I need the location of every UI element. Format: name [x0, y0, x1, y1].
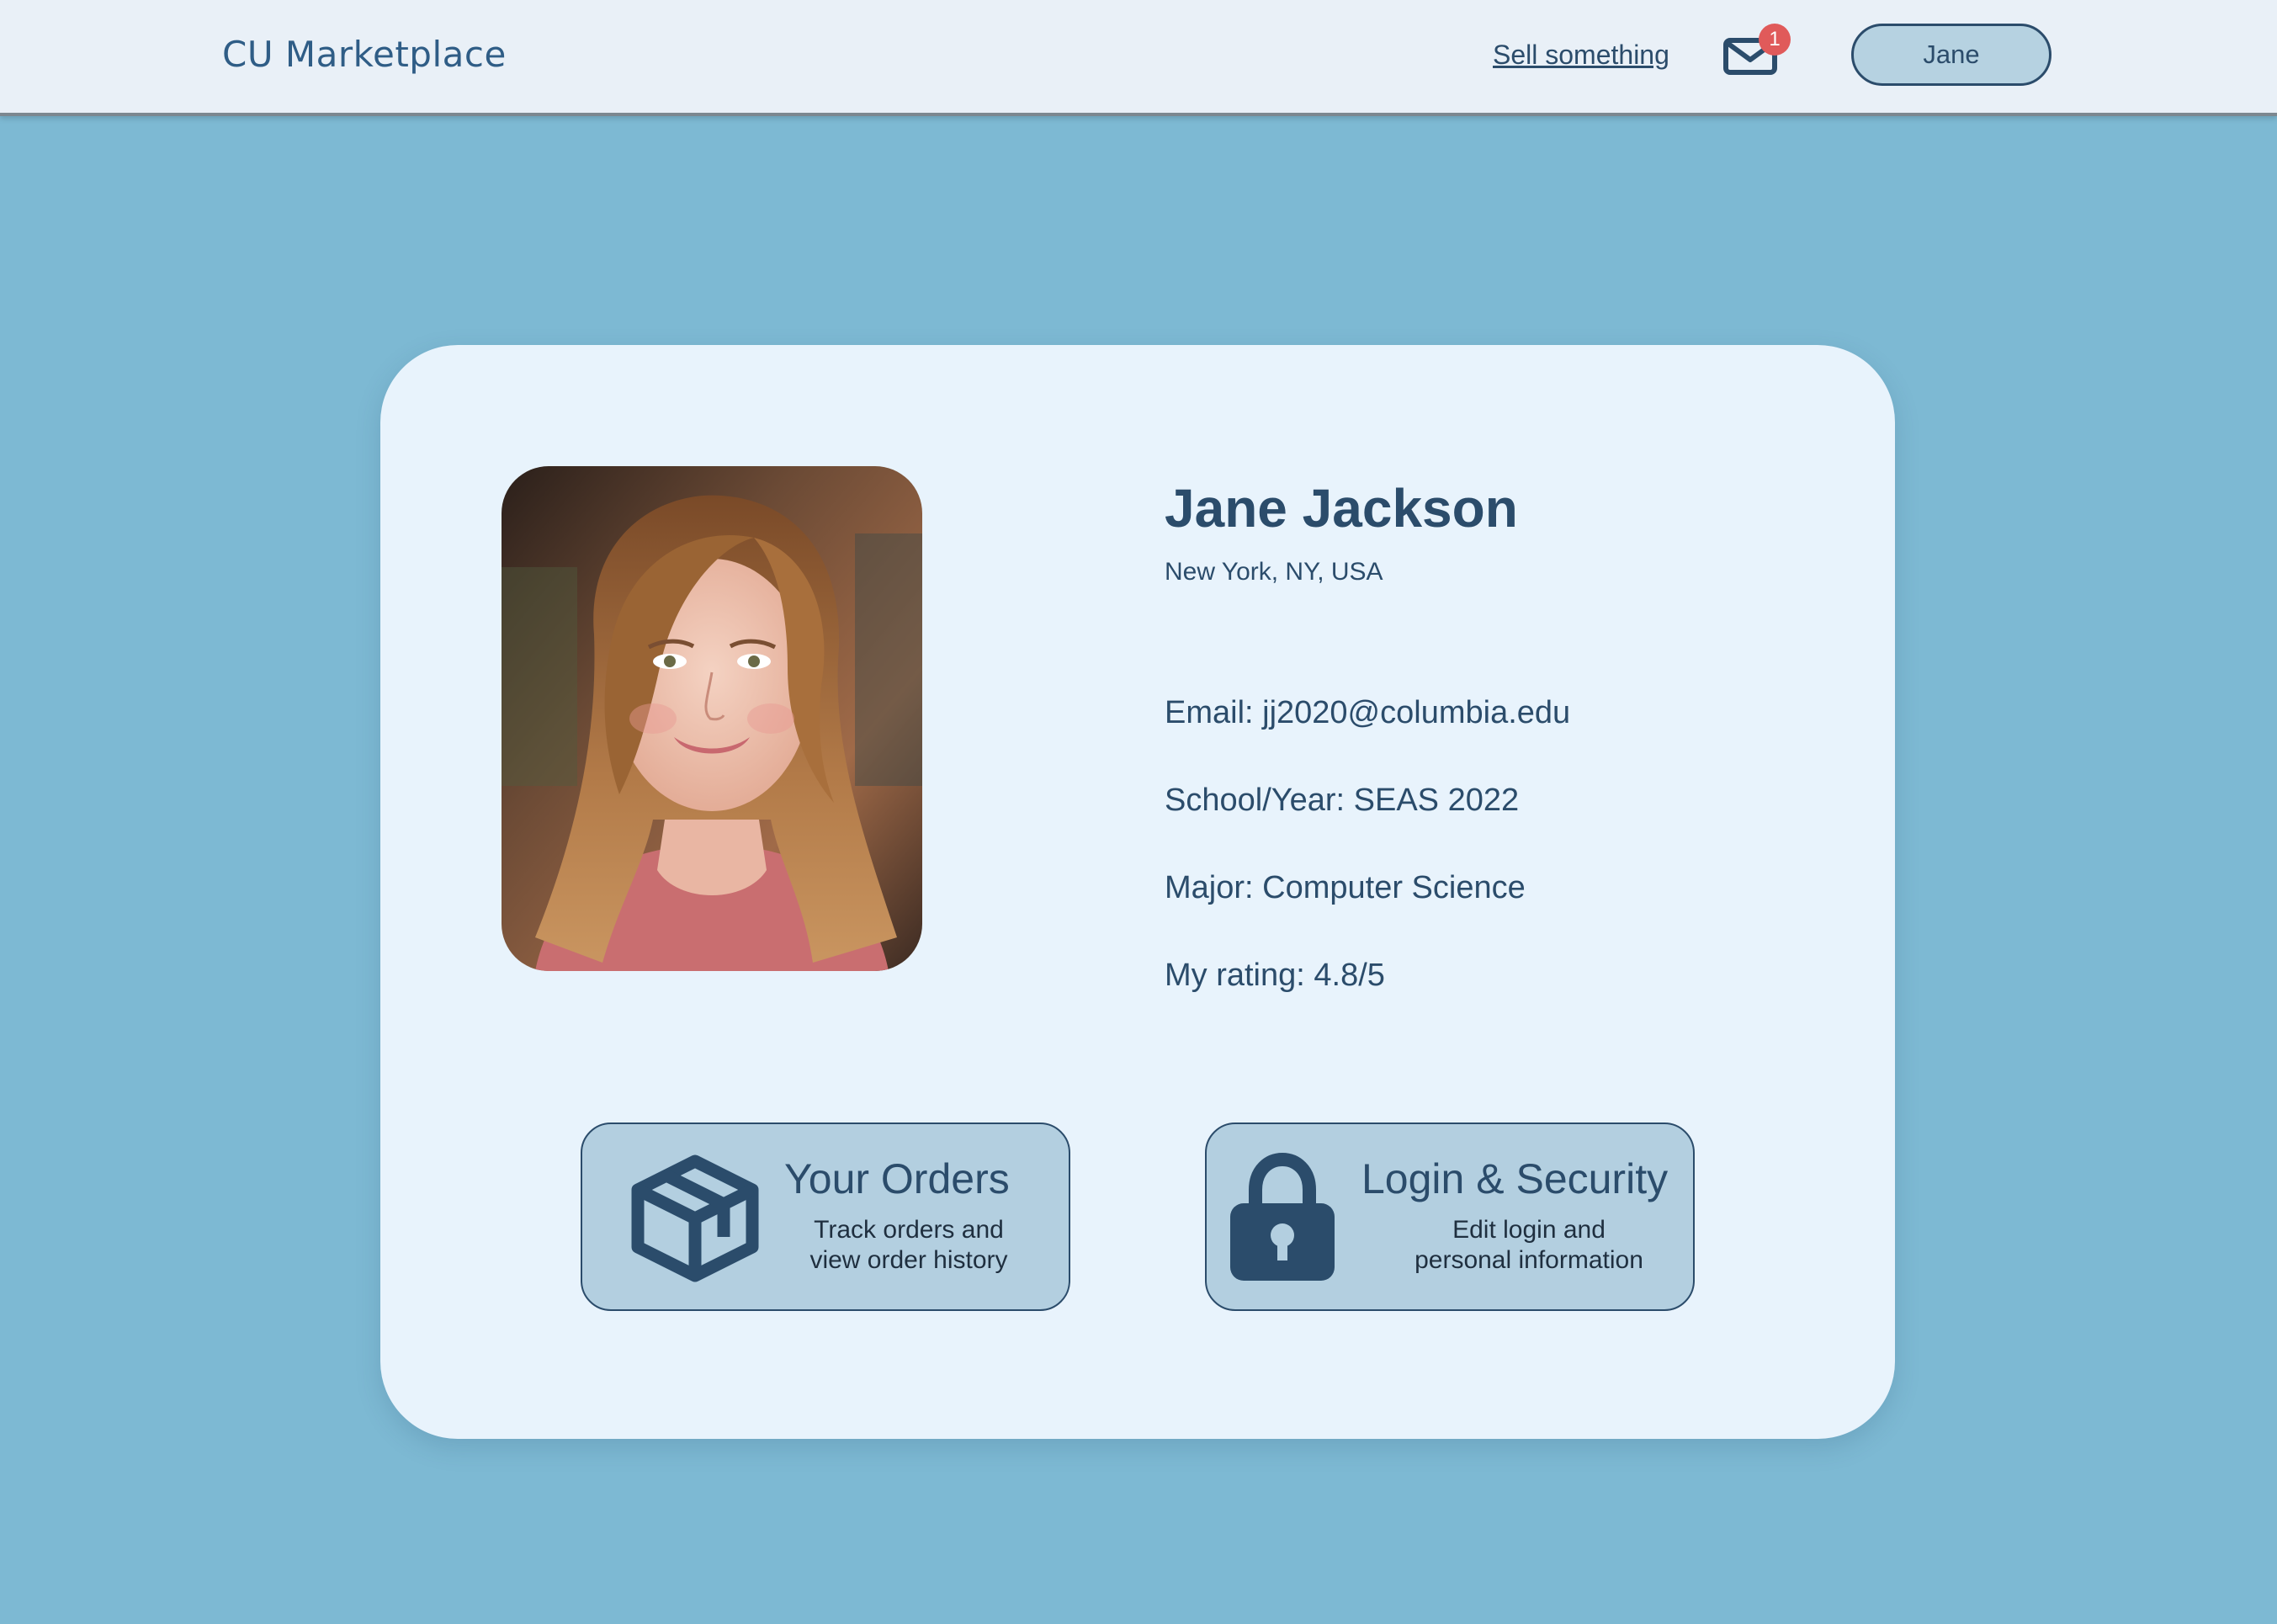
- your-orders-subtitle: Track orders and view order history: [809, 1216, 1008, 1274]
- sell-something-link[interactable]: Sell something: [1493, 34, 1669, 76]
- profile-location: New York, NY, USA: [1165, 558, 1383, 586]
- profile-rating: My rating: 4.8/5: [1165, 958, 1385, 993]
- profile-school-year: School/Year: SEAS 2022: [1165, 783, 1520, 818]
- top-navbar: CU Marketplace Sell something 1 Jane: [0, 0, 2277, 116]
- login-security-button[interactable]: Login & Security Edit login and personal…: [1205, 1122, 1695, 1311]
- user-menu-button[interactable]: Jane: [1851, 24, 2051, 86]
- profile-card: Jane Jackson New York, NY, USA Email: jj…: [380, 345, 1895, 1439]
- your-orders-button[interactable]: Your Orders Track orders and view order …: [581, 1122, 1070, 1311]
- your-orders-title: Your Orders: [784, 1155, 1010, 1202]
- profile-name: Jane Jackson: [1165, 478, 1518, 539]
- brand-logo-text[interactable]: CU Marketplace: [222, 30, 507, 79]
- profile-photo: [502, 466, 922, 971]
- lock-icon: [1230, 1153, 1335, 1281]
- login-security-subtitle: Edit login and personal information: [1414, 1216, 1643, 1274]
- package-icon: [631, 1154, 759, 1282]
- profile-email: Email: jj2020@columbia.edu: [1165, 695, 1571, 730]
- unread-messages-badge: 1: [1759, 24, 1791, 56]
- login-security-title: Login & Security: [1361, 1155, 1669, 1202]
- profile-photo-image: [502, 466, 922, 971]
- profile-major: Major: Computer Science: [1165, 870, 1526, 905]
